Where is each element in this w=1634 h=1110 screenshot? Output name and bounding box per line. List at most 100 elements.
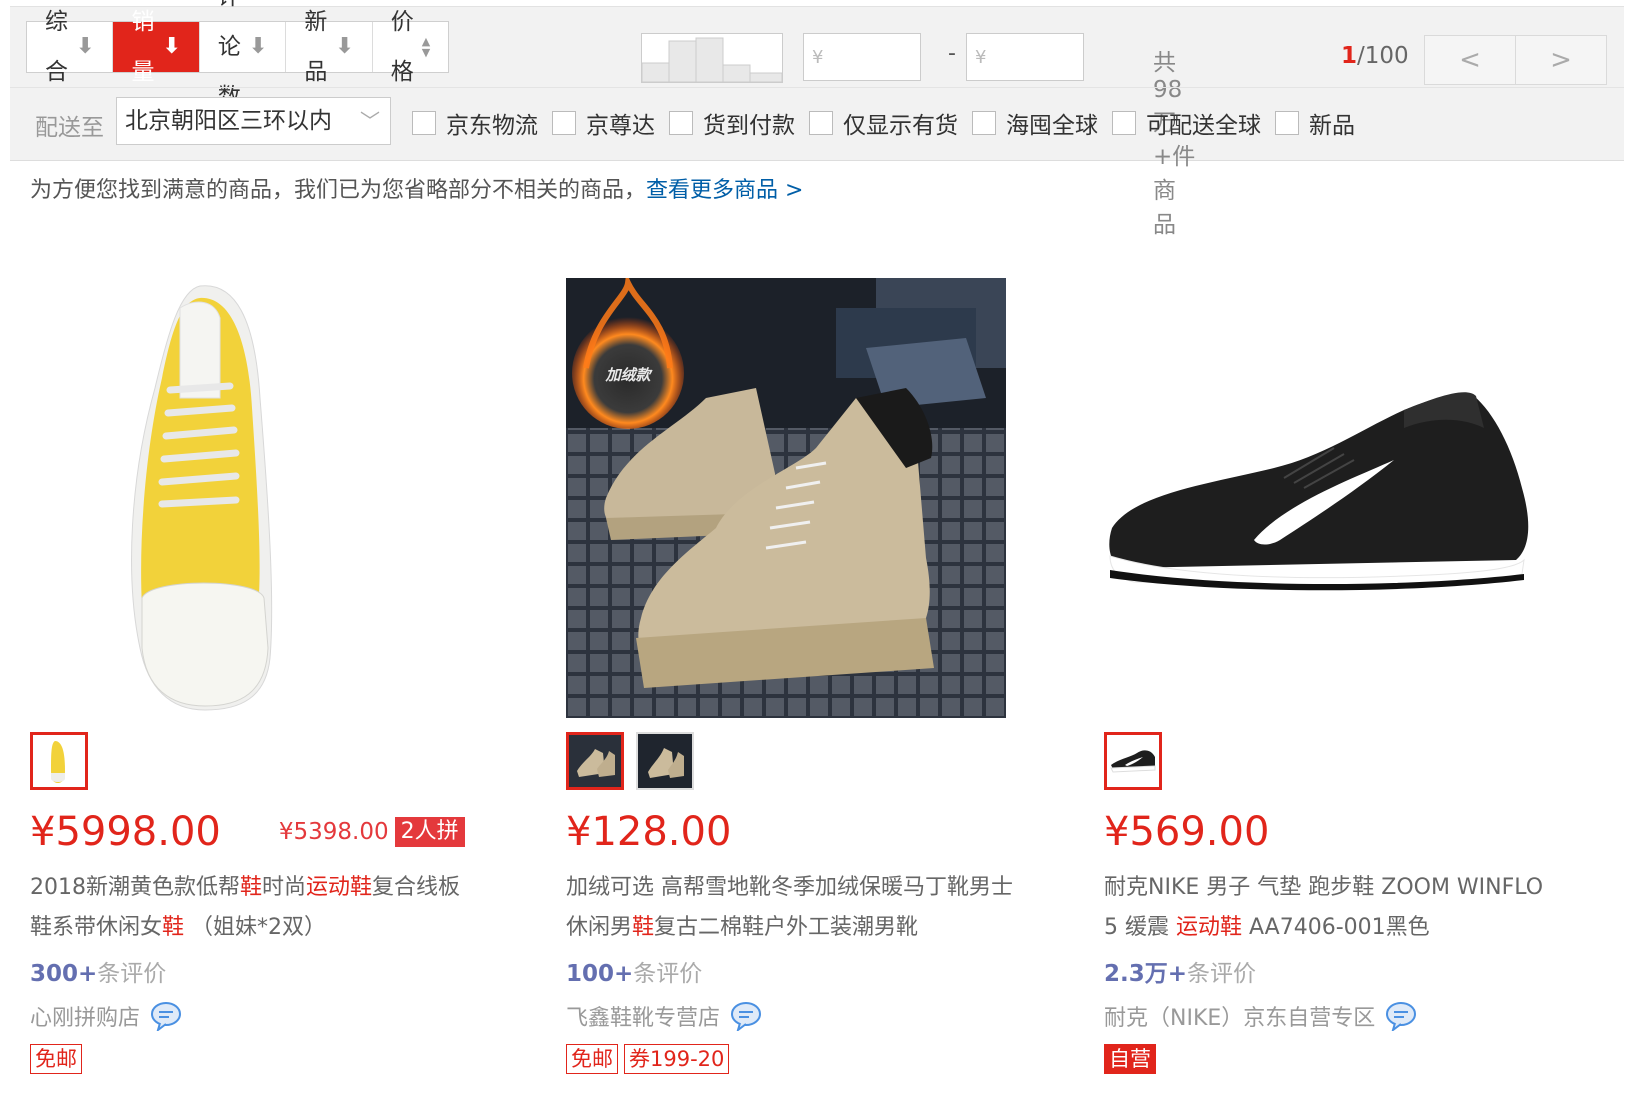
review-count[interactable]: 100+条评价 bbox=[566, 954, 1026, 988]
tag-list: 免邮 bbox=[30, 1044, 490, 1074]
chat-bubble-icon[interactable] bbox=[150, 1001, 182, 1031]
title-keyword: 鞋 bbox=[240, 875, 263, 900]
checkbox[interactable] bbox=[809, 111, 833, 135]
nike-running-shoe-image bbox=[1104, 278, 1544, 718]
ship-region-select[interactable]: 北京朝阳区三环以内 ﹀ bbox=[116, 97, 391, 145]
title-part: 复古二棉鞋户外工装潮男靴 bbox=[654, 915, 919, 940]
thumbnail[interactable] bbox=[30, 732, 88, 790]
review-count[interactable]: 300+条评价 bbox=[30, 954, 490, 988]
next-page-button[interactable]: > bbox=[1515, 35, 1607, 85]
filter-label: 可配送全球 bbox=[1146, 113, 1261, 139]
total-pages: /100 bbox=[1357, 43, 1409, 69]
sort-reviews-button[interactable]: 评论数 ⬇ bbox=[199, 0, 287, 110]
checkbox[interactable] bbox=[1112, 111, 1136, 135]
filter-jd-premium[interactable]: 京尊达 bbox=[552, 106, 655, 140]
thumbnail-list bbox=[30, 732, 490, 790]
product-price: ¥5998.00 bbox=[30, 809, 221, 855]
review-number: 300+ bbox=[30, 961, 98, 987]
price-separator: - bbox=[948, 41, 956, 66]
chevron-down-icon: ﹀ bbox=[360, 109, 380, 133]
product-title[interactable]: 加绒可选 高帮雪地靴冬季加绒保暖马丁靴男士休闲男鞋复古二棉鞋户外工装潮男靴 bbox=[566, 868, 1016, 948]
group-buy-price: ¥5398.00 bbox=[278, 819, 389, 845]
checkbox[interactable] bbox=[972, 111, 996, 135]
thumbnail[interactable] bbox=[1104, 732, 1162, 790]
page-indicator: 1/100 bbox=[1341, 43, 1409, 69]
sort-label: 综合 bbox=[45, 9, 68, 85]
checkbox[interactable] bbox=[669, 111, 693, 135]
arrow-down-icon: ⬇ bbox=[335, 34, 354, 59]
product-card: 加绒款 ¥128.00 加绒可选 高帮雪地靴冬季加绒保暖马丁靴男士休闲男鞋复古二… bbox=[566, 278, 1026, 1074]
product-image[interactable] bbox=[1104, 278, 1544, 718]
product-card: ¥5998.00 ¥5398.00 2人拼 2018新潮黄色款低帮鞋时尚运动鞋复… bbox=[30, 278, 490, 1074]
review-suffix: 条评价 bbox=[97, 961, 167, 987]
omitted-notice: 为方便您找到满意的商品，我们已为您省略部分不相关的商品，查看更多商品 > bbox=[30, 172, 803, 204]
thumbnail-list bbox=[566, 732, 1026, 790]
filter-cod[interactable]: 货到付款 bbox=[669, 106, 795, 140]
chat-bubble-icon[interactable] bbox=[1385, 1001, 1417, 1031]
title-part: 时尚 bbox=[262, 875, 307, 900]
sort-new-button[interactable]: 新品 ⬇ bbox=[286, 9, 373, 85]
title-keyword: 鞋 bbox=[632, 915, 655, 940]
price-row: ¥5998.00 ¥5398.00 2人拼 bbox=[30, 808, 490, 856]
review-count[interactable]: 2.3万+条评价 bbox=[1104, 954, 1564, 988]
shipping-filter-row: 配送至 北京朝阳区三环以内 ﹀ 京东物流 京尊达 货到付款 仅显示有货 海囤全球… bbox=[10, 87, 1624, 160]
sort-group: 综合 ⬇ 销量 ⬇ 评论数 ⬇ 新品 ⬇ 价格 ▲▼ bbox=[26, 0, 450, 110]
sort-price-button[interactable]: 价格 ▲ ▼ bbox=[372, 9, 449, 85]
product-image[interactable]: 加绒款 bbox=[566, 278, 1006, 718]
price-bar bbox=[668, 40, 697, 83]
filter-label: 新品 bbox=[1309, 113, 1355, 139]
price-max-input[interactable]: ¥ bbox=[966, 33, 1084, 81]
price-row: ¥569.00 bbox=[1104, 808, 1564, 856]
sort-label: 新品 bbox=[304, 9, 328, 85]
product-title[interactable]: 2018新潮黄色款低帮鞋时尚运动鞋复合线板鞋系带休闲女鞋 （姐妹*2双） bbox=[30, 868, 480, 948]
filter-ship-global[interactable]: 可配送全球 bbox=[1112, 106, 1261, 140]
product-title[interactable]: 耐克NIKE 男子 气垫 跑步鞋 ZOOM WINFLO 5 缓震 运动鞋 AA… bbox=[1104, 868, 1554, 948]
fleece-badge-text: 加绒款 bbox=[604, 366, 653, 384]
price-bar bbox=[695, 37, 724, 83]
shop-row: 耐克（NIKE）京东自营专区 bbox=[1104, 1000, 1564, 1032]
filter-checkboxes: 京东物流 京尊达 货到付款 仅显示有货 海囤全球 可配送全球 新品 bbox=[412, 106, 1369, 140]
prev-page-button[interactable]: < bbox=[1424, 35, 1516, 85]
ship-to-label: 配送至 bbox=[35, 115, 104, 141]
sort-sales-button[interactable]: 销量 ⬇ bbox=[113, 9, 200, 85]
price-bar bbox=[641, 62, 670, 83]
notice-text: 为方便您找到满意的商品，我们已为您省略部分不相关的商品， bbox=[30, 178, 647, 203]
view-more-link[interactable]: 查看更多商品 > bbox=[646, 178, 803, 203]
shop-name[interactable]: 心刚拼购店 bbox=[30, 1000, 140, 1032]
title-keyword: 鞋 bbox=[162, 915, 185, 940]
review-number: 2.3万+ bbox=[1104, 961, 1188, 987]
shop-name[interactable]: 飞鑫鞋靴专营店 bbox=[566, 1000, 720, 1032]
price-min-input[interactable]: ¥ bbox=[803, 33, 921, 81]
thumbnail[interactable] bbox=[566, 732, 624, 790]
title-part: 2018新潮黄色款低帮 bbox=[30, 875, 240, 900]
shop-row: 心刚拼购店 bbox=[30, 1000, 490, 1032]
price-bar bbox=[722, 64, 751, 83]
checkbox[interactable] bbox=[1275, 111, 1299, 135]
filter-jd-logistics[interactable]: 京东物流 bbox=[412, 106, 538, 140]
checkbox[interactable] bbox=[412, 111, 436, 135]
product-card: ¥569.00 耐克NIKE 男子 气垫 跑步鞋 ZOOM WINFLO 5 缓… bbox=[1104, 278, 1564, 1074]
yellow-sneaker-image bbox=[30, 278, 470, 718]
shop-name[interactable]: 耐克（NIKE）京东自营专区 bbox=[1104, 1000, 1375, 1032]
arrow-down-icon: ⬇ bbox=[76, 34, 95, 59]
sort-updown-icon: ▲ ▼ bbox=[421, 35, 431, 59]
boots-thumb-alt bbox=[638, 734, 692, 788]
filter-label: 京东物流 bbox=[446, 113, 538, 139]
product-image[interactable] bbox=[30, 278, 470, 718]
coupon-tag[interactable]: 券199-20 bbox=[624, 1044, 730, 1074]
title-keyword: 运动鞋 bbox=[306, 875, 373, 900]
free-shipping-tag: 免邮 bbox=[30, 1044, 82, 1074]
filter-in-stock[interactable]: 仅显示有货 bbox=[809, 106, 958, 140]
chat-bubble-icon[interactable] bbox=[730, 1001, 762, 1031]
filter-global[interactable]: 海囤全球 bbox=[972, 106, 1098, 140]
sort-comprehensive-button[interactable]: 综合 ⬇ bbox=[27, 9, 114, 85]
yellow-sneaker-thumb bbox=[33, 735, 85, 787]
price-distribution-chart[interactable] bbox=[641, 33, 783, 83]
filter-new[interactable]: 新品 bbox=[1275, 106, 1355, 140]
price-bar bbox=[749, 72, 783, 83]
thumbnail[interactable] bbox=[636, 732, 694, 790]
checkbox[interactable] bbox=[552, 111, 576, 135]
review-suffix: 条评价 bbox=[1187, 961, 1257, 987]
sort-label: 价格 bbox=[390, 9, 414, 85]
group-buy-price-block[interactable]: ¥5398.00 2人拼 bbox=[279, 817, 465, 847]
